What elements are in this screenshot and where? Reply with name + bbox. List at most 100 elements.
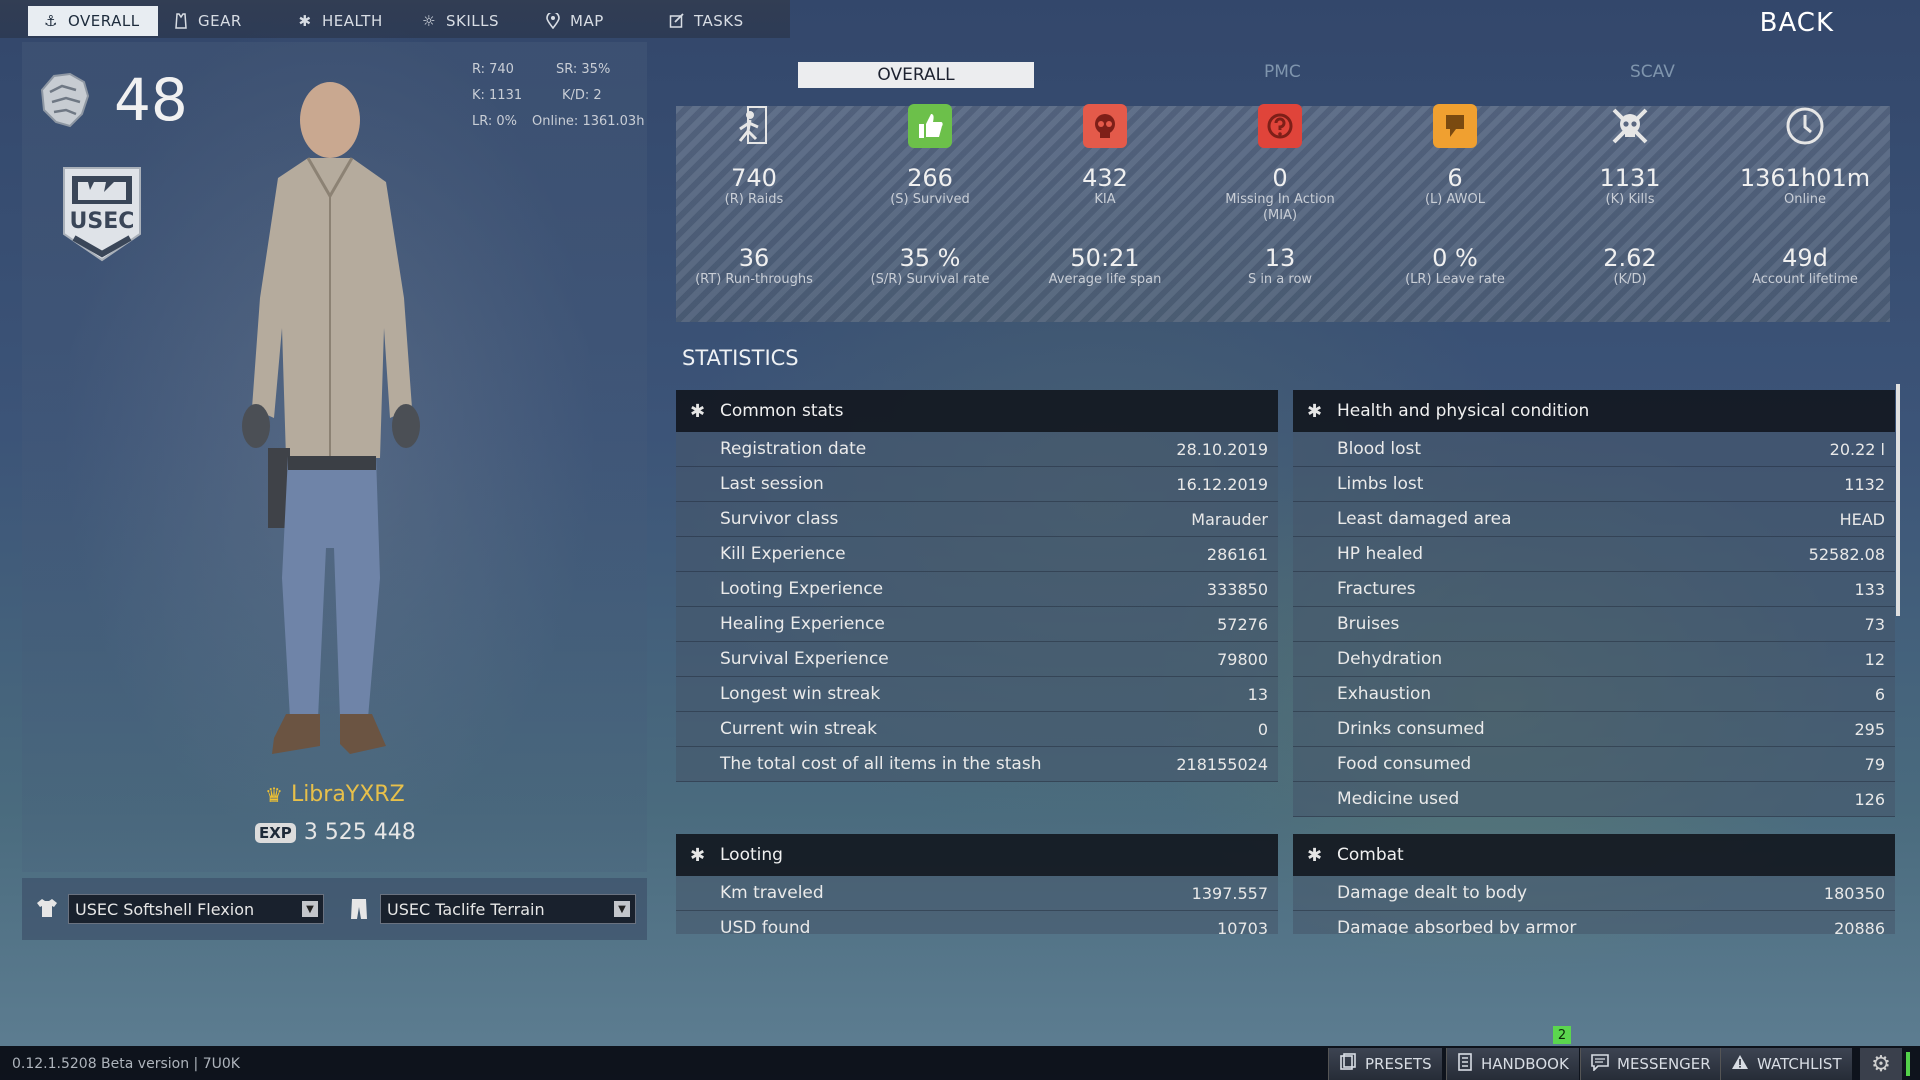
mini-stat-kills: K: 1131 <box>472 88 523 103</box>
vest-icon <box>172 12 190 30</box>
crown-icon: ♛ <box>265 782 283 807</box>
summary-stat-awol: 6 (L) AWOL <box>1424 164 1486 207</box>
map-pin-icon <box>544 12 562 30</box>
stat-row: Survivor class Marauder <box>676 502 1278 537</box>
thumbs-up-icon <box>908 104 952 148</box>
stat-row: Damage dealt to body 180350 <box>1293 876 1895 911</box>
rank-emblem-icon <box>36 70 92 130</box>
version-label: 0.12.1.5208 Beta version | 7U0K <box>12 1056 240 1072</box>
mini-stat-online: Online: 1361.03h <box>532 114 645 129</box>
mini-stat-raids: R: 740 <box>472 62 514 77</box>
summary-stat-life-span: 50:21 Average life span <box>1048 244 1162 287</box>
summary-stat-run-throughs: 36 (RT) Run-throughs <box>695 244 813 287</box>
tab-overall[interactable]: ⚓ OVERALL <box>28 6 158 36</box>
stat-row: Drinks consumed 295 <box>1293 712 1895 747</box>
sun-icon: ☼ <box>422 12 436 30</box>
summary-tab-overall[interactable]: OVERALL <box>798 62 1034 88</box>
running-man-icon <box>732 104 776 148</box>
summary-tab-pmc[interactable]: PMC <box>1264 62 1301 88</box>
health-stats-header[interactable]: ✱ Health and physical condition <box>1293 390 1895 432</box>
mini-stat-lr: LR: 0% <box>472 114 518 129</box>
looting-section: ✱ Looting Km traveled 1397.557 USD found 1… <box>676 834 1278 934</box>
player-nickname: ♛ LibraYXRZ <box>265 782 405 807</box>
statistics-title: STATISTICS <box>682 346 799 370</box>
summary-stat-kills: 1131 (K) Kills <box>1599 164 1661 207</box>
skull-icon <box>1083 104 1127 148</box>
watchlist-button[interactable]: WATCHLIST <box>1720 1048 1852 1080</box>
stat-row: Medicine used 126 <box>1293 782 1895 817</box>
warning-icon <box>1731 1054 1749 1074</box>
common-stats-section: ✱ Common stats Registration date 28.10.20… <box>676 390 1278 782</box>
messenger-icon <box>1591 1053 1609 1075</box>
combat-header[interactable]: ✱ Combat <box>1293 834 1895 876</box>
summary-stat-streak: 13 S in a row <box>1247 244 1313 287</box>
stat-row: The total cost of all items in the stash… <box>676 747 1278 782</box>
tasks-icon <box>668 12 686 30</box>
settings-gear-icon[interactable]: ⚙ <box>1860 1048 1902 1080</box>
stat-row: USD found 10703 <box>676 911 1278 934</box>
medical-icon: ✱ <box>690 844 706 866</box>
tab-map[interactable]: MAP <box>544 6 604 36</box>
combat-section: ✱ Combat Damage dealt to body 180350 Dama… <box>1293 834 1895 934</box>
top-clothing-dropdown[interactable]: USEC Softshell Flexion ▼ <box>68 894 324 924</box>
stat-row: Limbs lost 1132 <box>1293 467 1895 502</box>
summary-stat-leave-rate: 0 % (LR) Leave rate <box>1405 244 1505 287</box>
presets-button[interactable]: PRESETS <box>1328 1048 1442 1080</box>
summary-tab-scav[interactable]: SCAV <box>1630 62 1675 88</box>
svg-text:USEC: USEC <box>70 209 135 234</box>
anchor-icon: ⚓ <box>44 12 58 30</box>
usec-faction-logo: USEC <box>60 164 144 264</box>
tab-health[interactable]: ✱ HEALTH <box>296 6 383 36</box>
mini-stat-kd: K/D: 2 <box>562 88 602 103</box>
tab-gear[interactable]: GEAR <box>172 6 242 36</box>
messenger-button[interactable]: MESSENGER <box>1580 1048 1721 1080</box>
tab-skills[interactable]: ☼ SKILLS <box>420 6 499 36</box>
exp-value: 3 525 448 <box>303 820 416 845</box>
shirt-icon <box>36 898 58 918</box>
summary-stat-kia: 432 KIA <box>1082 164 1128 207</box>
health-stats-section: ✱ Health and physical condition Blood lo… <box>1293 390 1895 817</box>
medical-icon: ✱ <box>690 400 706 422</box>
character-model <box>190 78 470 778</box>
handbook-icon <box>1457 1053 1473 1075</box>
chevron-down-icon[interactable]: ▼ <box>614 901 630 917</box>
medical-icon: ✱ <box>1307 400 1323 422</box>
presets-icon <box>1339 1053 1357 1075</box>
stat-row: Dehydration 12 <box>1293 642 1895 677</box>
summary-stat-raids: 740 (R) Raids <box>724 164 784 207</box>
player-level: 48 <box>114 66 188 134</box>
stat-row: Food consumed 79 <box>1293 747 1895 782</box>
stat-row: Exhaustion 6 <box>1293 677 1895 712</box>
notification-badge: 2 <box>1553 1026 1571 1044</box>
tab-tasks[interactable]: TASKS <box>668 6 744 36</box>
experience-row: EXP 3 525 448 <box>255 820 416 845</box>
status-indicator <box>1906 1052 1910 1076</box>
awol-icon <box>1433 104 1477 148</box>
stat-row: Kill Experience 286161 <box>676 537 1278 572</box>
handbook-button[interactable]: HANDBOOK <box>1446 1048 1579 1080</box>
skull-crossbones-icon <box>1608 104 1652 148</box>
stat-row: Fractures 133 <box>1293 572 1895 607</box>
mini-stat-sr: SR: 35% <box>556 62 611 77</box>
summary-stat-survival-rate: 35 % (S/R) Survival rate <box>870 244 990 287</box>
stat-row: Least damaged area HEAD <box>1293 502 1895 537</box>
looting-header[interactable]: ✱ Looting <box>676 834 1278 876</box>
stat-row: Km traveled 1397.557 <box>676 876 1278 911</box>
stat-row: Last session 16.12.2019 <box>676 467 1278 502</box>
stat-row: Longest win streak 13 <box>676 677 1278 712</box>
summary-stat-kd: 2.62 (K/D) <box>1603 244 1657 287</box>
stat-row: HP healed 52582.08 <box>1293 537 1895 572</box>
stats-scrollbar[interactable] <box>1896 384 1900 616</box>
exp-badge: EXP <box>255 822 296 843</box>
summary-stat-account-lifetime: 49d Account lifetime <box>1752 244 1858 287</box>
chevron-down-icon[interactable]: ▼ <box>302 901 318 917</box>
clock-icon <box>1783 104 1827 148</box>
common-stats-header[interactable]: ✱ Common stats <box>676 390 1278 432</box>
stat-row: Bruises 73 <box>1293 607 1895 642</box>
stat-row: Registration date 28.10.2019 <box>676 432 1278 467</box>
medical-icon: ✱ <box>298 12 312 30</box>
back-button[interactable]: BACK <box>1760 8 1834 38</box>
summary-stat-online: 1361h01m Online <box>1739 164 1871 207</box>
summary-stat-mia: 0 Missing In Action (MIA) <box>1225 164 1335 223</box>
bottom-clothing-dropdown[interactable]: USEC Taclife Terrain ▼ <box>380 894 636 924</box>
